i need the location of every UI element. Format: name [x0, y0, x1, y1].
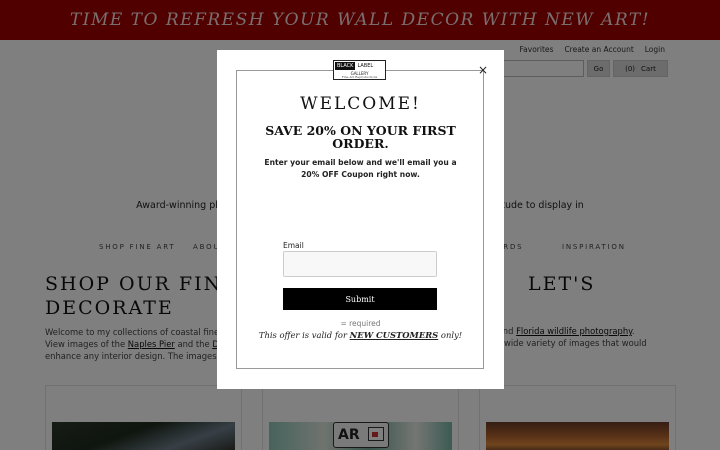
logo-white-text: LABEL — [357, 63, 374, 69]
email-field[interactable] — [283, 251, 437, 277]
submit-button[interactable]: Submit — [283, 288, 437, 310]
modal-description: Enter your email below and we'll email y… — [264, 158, 457, 179]
email-signup-modal: BLACK LABEL GALLERY Fine Art Reproductio… — [217, 50, 504, 389]
logo-black-text: BLACK — [335, 62, 356, 70]
offer-terms: This offer is valid for NEW CUSTOMERS on… — [217, 330, 504, 340]
gallery-logo: BLACK LABEL GALLERY Fine Art Reproductio… — [333, 60, 386, 80]
required-note: = required — [340, 319, 381, 328]
offer-prefix: This offer is valid for — [258, 330, 350, 340]
close-icon[interactable]: × — [478, 64, 488, 76]
logo-subtext: Fine Art Reproductions — [341, 75, 378, 79]
offer-suffix: only! — [438, 330, 463, 340]
modal-welcome-heading: WELCOME! — [300, 94, 421, 114]
new-customers-text: NEW CUSTOMERS — [349, 330, 439, 340]
modal-offer-heading: SAVE 20% ON YOUR FIRST ORDER. — [265, 123, 456, 151]
email-label: Email — [283, 241, 304, 250]
